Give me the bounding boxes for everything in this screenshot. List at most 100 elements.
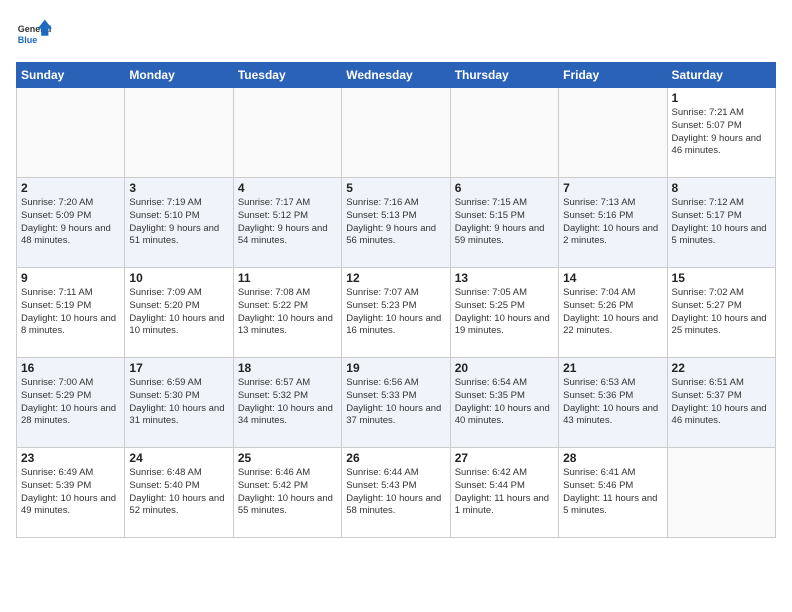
day-info: Sunrise: 6:51 AM Sunset: 5:37 PM Dayligh… [672, 377, 771, 428]
day-number: 24 [129, 451, 228, 465]
column-header-friday: Friday [559, 63, 667, 88]
day-number: 26 [346, 451, 445, 465]
week-row: 2 Sunrise: 7:20 AM Sunset: 5:09 PM Daylig… [17, 178, 776, 268]
day-cell [559, 88, 667, 178]
day-info: Sunrise: 6:48 AM Sunset: 5:40 PM Dayligh… [129, 467, 228, 518]
day-info: Sunrise: 7:20 AM Sunset: 5:09 PM Dayligh… [21, 197, 120, 248]
column-header-tuesday: Tuesday [233, 63, 341, 88]
day-info: Sunrise: 6:54 AM Sunset: 5:35 PM Dayligh… [455, 377, 554, 428]
day-cell: 7 Sunrise: 7:13 AM Sunset: 5:16 PM Daylig… [559, 178, 667, 268]
day-number: 27 [455, 451, 554, 465]
day-cell: 4Sunrise: 7:17 AM Sunset: 5:12 PM Daylig… [233, 178, 341, 268]
logo-icon: General Blue [16, 16, 52, 52]
day-info: Sunrise: 7:02 AM Sunset: 5:27 PM Dayligh… [672, 287, 771, 338]
day-info: Sunrise: 6:57 AM Sunset: 5:32 PM Dayligh… [238, 377, 337, 428]
day-number: 8 [672, 181, 771, 195]
column-header-saturday: Saturday [667, 63, 775, 88]
day-info: Sunrise: 7:15 AM Sunset: 5:15 PM Dayligh… [455, 197, 554, 248]
day-number: 17 [129, 361, 228, 375]
column-header-thursday: Thursday [450, 63, 558, 88]
day-cell: 17 Sunrise: 6:59 AM Sunset: 5:30 PM Dayli… [125, 358, 233, 448]
day-number: 9 [21, 271, 120, 285]
day-cell: 1 Sunrise: 7:21 AM Sunset: 5:07 PM Daylig… [667, 88, 775, 178]
day-cell [667, 448, 775, 538]
day-cell: 3 Sunrise: 7:19 AM Sunset: 5:10 PM Daylig… [125, 178, 233, 268]
day-cell [125, 88, 233, 178]
day-number: 6 [455, 181, 554, 195]
day-number: 2 [21, 181, 120, 195]
day-info: Sunrise: 7:07 AM Sunset: 5:23 PM Dayligh… [346, 287, 445, 338]
logo: General Blue [16, 16, 56, 52]
day-number: 25 [238, 451, 337, 465]
column-header-sunday: Sunday [17, 63, 125, 88]
day-cell: 8 Sunrise: 7:12 AM Sunset: 5:17 PM Daylig… [667, 178, 775, 268]
day-number: 11 [238, 271, 337, 285]
day-cell: 11Sunrise: 7:08 AM Sunset: 5:22 PM Dayli… [233, 268, 341, 358]
day-info: Sunrise: 7:05 AM Sunset: 5:25 PM Dayligh… [455, 287, 554, 338]
week-row: 16Sunrise: 7:00 AM Sunset: 5:29 PM Dayli… [17, 358, 776, 448]
week-row: 23 Sunrise: 6:49 AM Sunset: 5:39 PM Dayli… [17, 448, 776, 538]
day-number: 5 [346, 181, 445, 195]
day-info: Sunrise: 7:19 AM Sunset: 5:10 PM Dayligh… [129, 197, 228, 248]
day-cell: 23 Sunrise: 6:49 AM Sunset: 5:39 PM Dayli… [17, 448, 125, 538]
day-info: Sunrise: 7:16 AM Sunset: 5:13 PM Dayligh… [346, 197, 445, 248]
day-cell: 24 Sunrise: 6:48 AM Sunset: 5:40 PM Dayli… [125, 448, 233, 538]
day-number: 3 [129, 181, 228, 195]
day-number: 14 [563, 271, 662, 285]
day-info: Sunrise: 6:56 AM Sunset: 5:33 PM Dayligh… [346, 377, 445, 428]
day-cell: 5 Sunrise: 7:16 AM Sunset: 5:13 PM Daylig… [342, 178, 450, 268]
day-info: Sunrise: 6:46 AM Sunset: 5:42 PM Dayligh… [238, 467, 337, 518]
day-number: 10 [129, 271, 228, 285]
day-cell: 12 Sunrise: 7:07 AM Sunset: 5:23 PM Dayli… [342, 268, 450, 358]
day-cell: 22 Sunrise: 6:51 AM Sunset: 5:37 PM Dayli… [667, 358, 775, 448]
header-row: SundayMondayTuesdayWednesdayThursdayFrid… [17, 63, 776, 88]
day-cell: 28 Sunrise: 6:41 AM Sunset: 5:46 PM Dayli… [559, 448, 667, 538]
column-header-monday: Monday [125, 63, 233, 88]
day-info: Sunrise: 7:11 AM Sunset: 5:19 PM Dayligh… [21, 287, 120, 338]
day-cell: 21 Sunrise: 6:53 AM Sunset: 5:36 PM Dayli… [559, 358, 667, 448]
day-cell: 15 Sunrise: 7:02 AM Sunset: 5:27 PM Dayli… [667, 268, 775, 358]
day-cell: 25 Sunrise: 6:46 AM Sunset: 5:42 PM Dayli… [233, 448, 341, 538]
day-info: Sunrise: 7:04 AM Sunset: 5:26 PM Dayligh… [563, 287, 662, 338]
day-number: 12 [346, 271, 445, 285]
day-number: 16 [21, 361, 120, 375]
day-cell: 10 Sunrise: 7:09 AM Sunset: 5:20 PM Dayli… [125, 268, 233, 358]
page-header: General Blue [16, 16, 776, 52]
day-info: Sunrise: 6:41 AM Sunset: 5:46 PM Dayligh… [563, 467, 662, 518]
calendar-table: SundayMondayTuesdayWednesdayThursdayFrid… [16, 62, 776, 538]
week-row: 1 Sunrise: 7:21 AM Sunset: 5:07 PM Daylig… [17, 88, 776, 178]
day-info: Sunrise: 6:49 AM Sunset: 5:39 PM Dayligh… [21, 467, 120, 518]
day-info: Sunrise: 6:53 AM Sunset: 5:36 PM Dayligh… [563, 377, 662, 428]
day-info: Sunrise: 6:59 AM Sunset: 5:30 PM Dayligh… [129, 377, 228, 428]
day-cell: 9 Sunrise: 7:11 AM Sunset: 5:19 PM Daylig… [17, 268, 125, 358]
day-cell: 14 Sunrise: 7:04 AM Sunset: 5:26 PM Dayli… [559, 268, 667, 358]
day-cell [17, 88, 125, 178]
day-number: 22 [672, 361, 771, 375]
day-number: 18 [238, 361, 337, 375]
day-cell [450, 88, 558, 178]
week-row: 9 Sunrise: 7:11 AM Sunset: 5:19 PM Daylig… [17, 268, 776, 358]
day-cell: 20 Sunrise: 6:54 AM Sunset: 5:35 PM Dayli… [450, 358, 558, 448]
day-number: 7 [563, 181, 662, 195]
day-cell: 6 Sunrise: 7:15 AM Sunset: 5:15 PM Daylig… [450, 178, 558, 268]
day-cell: 26Sunrise: 6:44 AM Sunset: 5:43 PM Dayli… [342, 448, 450, 538]
day-cell: 13 Sunrise: 7:05 AM Sunset: 5:25 PM Dayli… [450, 268, 558, 358]
day-number: 28 [563, 451, 662, 465]
day-info: Sunrise: 7:09 AM Sunset: 5:20 PM Dayligh… [129, 287, 228, 338]
day-cell: 19 Sunrise: 6:56 AM Sunset: 5:33 PM Dayli… [342, 358, 450, 448]
column-header-wednesday: Wednesday [342, 63, 450, 88]
day-cell: 16Sunrise: 7:00 AM Sunset: 5:29 PM Dayli… [17, 358, 125, 448]
day-number: 23 [21, 451, 120, 465]
day-cell: 27 Sunrise: 6:42 AM Sunset: 5:44 PM Dayli… [450, 448, 558, 538]
day-cell [233, 88, 341, 178]
day-number: 1 [672, 91, 771, 105]
day-number: 13 [455, 271, 554, 285]
day-number: 21 [563, 361, 662, 375]
day-number: 19 [346, 361, 445, 375]
day-number: 20 [455, 361, 554, 375]
day-info: Sunrise: 6:42 AM Sunset: 5:44 PM Dayligh… [455, 467, 554, 518]
day-info: Sunrise: 7:12 AM Sunset: 5:17 PM Dayligh… [672, 197, 771, 248]
day-number: 15 [672, 271, 771, 285]
day-info: Sunrise: 7:21 AM Sunset: 5:07 PM Dayligh… [672, 107, 771, 158]
day-info: Sunrise: 7:13 AM Sunset: 5:16 PM Dayligh… [563, 197, 662, 248]
